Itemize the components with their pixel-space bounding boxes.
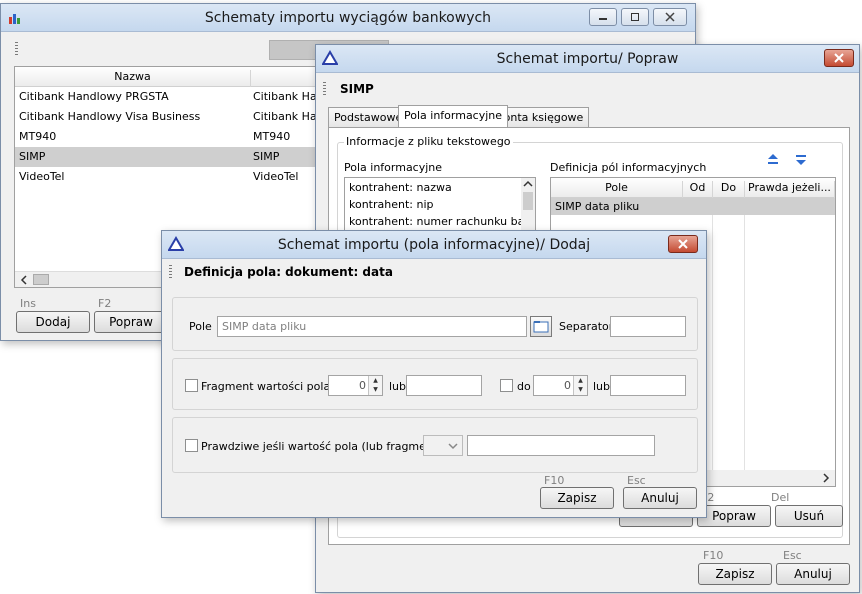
move-up-icon[interactable] (766, 153, 780, 167)
fragment-to-checkbox[interactable] (500, 379, 513, 392)
minimize-icon (599, 18, 607, 20)
or-label: lub (593, 380, 611, 393)
edit-window-title: Schemat importu/ Popraw (496, 51, 679, 67)
list-item-selected[interactable]: SIMP SIMP (15, 147, 343, 167)
cancel-button[interactable]: Anuluj (623, 487, 697, 509)
stepper-arrows-icon[interactable]: ▲ ▼ (573, 376, 587, 395)
save-button[interactable]: Zapisz (540, 487, 614, 509)
save-button[interactable]: Zapisz (698, 563, 772, 585)
list-item[interactable]: Citibank Handlowy Visa Business Citibank … (15, 107, 343, 127)
condition-value-input[interactable] (467, 435, 655, 456)
field-label: Pole (189, 320, 212, 333)
close-icon (834, 53, 844, 63)
true-if-checkbox[interactable] (185, 439, 198, 452)
field-input[interactable]: SIMP data pliku (217, 316, 527, 337)
browse-button[interactable] (530, 316, 552, 337)
info-fields-label: Pola informacyjne (344, 161, 443, 174)
scroll-left-icon[interactable] (17, 273, 31, 287)
tabs: Podstawowe Pola informacyjne Konta księg… (328, 105, 848, 129)
field-dialog-title: Schemat importu (pola informacyjne)/ Dod… (277, 237, 591, 253)
cancel-button[interactable]: Anuluj (776, 563, 850, 585)
key-hint-esc: Esc (783, 549, 802, 562)
close-button[interactable] (824, 49, 854, 67)
close-button[interactable] (653, 8, 687, 26)
stepper-arrows-icon[interactable]: ▲ ▼ (368, 376, 382, 395)
key-hint-f2: F2 (98, 297, 112, 310)
or-label: lub (389, 380, 407, 393)
close-icon (678, 239, 688, 249)
close-icon (665, 12, 675, 22)
header-grip (169, 265, 172, 279)
key-hint-f10: F10 (544, 474, 565, 487)
column-header-to[interactable]: Do (713, 181, 745, 198)
main-titlebar[interactable]: Schematy importu wyciągów bankowych (1, 4, 695, 32)
key-hint-f10: F10 (703, 549, 724, 562)
column-divider (744, 198, 745, 470)
edit-titlebar[interactable]: Schemat importu/ Popraw (316, 45, 859, 73)
header-grip (323, 82, 326, 96)
separator-label: Separator (559, 320, 614, 333)
field-dialog-titlebar[interactable]: Schemat importu (pola informacyjne)/ Dod… (162, 231, 706, 259)
tab-info-fields[interactable]: Pola informacyjne (398, 105, 509, 127)
vertical-scrollbar[interactable] (521, 178, 535, 230)
close-button[interactable] (668, 235, 698, 253)
group-title: Informacje z pliku tekstowego (344, 135, 513, 148)
fragment-to-alt-input[interactable] (610, 375, 686, 396)
fragment-from-alt-input[interactable] (406, 375, 482, 396)
column-divider (712, 198, 713, 470)
table-row[interactable]: SIMP data pliku (551, 198, 835, 215)
list-item[interactable]: MT940 MT940 (15, 127, 343, 147)
key-hint-del: Del (771, 491, 790, 504)
fragment-group: Fragment wartości pola od 0 ▲ ▼ lub do 0 … (172, 358, 698, 410)
scrollbar-thumb[interactable] (523, 192, 533, 210)
tab-basic[interactable]: Podstawowe (328, 107, 409, 127)
scrollbar-thumb[interactable] (33, 274, 49, 285)
list-item[interactable]: VideoTel VideoTel (15, 167, 343, 187)
field-definition-label: Definicja pól informacyjnych (550, 161, 707, 174)
column-header-true-if[interactable]: Prawda jeżeli... (745, 181, 835, 198)
folder-icon (533, 321, 549, 333)
key-hint-ins: Ins (20, 297, 36, 310)
field-dialog-heading: Definicja pola: dokument: data (184, 265, 393, 279)
fragment-label: Fragment wartości pola od (201, 380, 348, 393)
scroll-right-icon[interactable] (819, 471, 833, 485)
move-down-icon[interactable] (794, 153, 808, 167)
key-hint-esc: Esc (627, 474, 646, 487)
field-dialog: Schemat importu (pola informacyjne)/ Dod… (161, 230, 707, 518)
edit-button[interactable]: Popraw (94, 311, 168, 333)
toolbar-grip[interactable] (15, 42, 18, 56)
list-item[interactable]: kontrahent: numer rachunku bankow (345, 212, 535, 230)
column-header-from[interactable]: Od (683, 181, 713, 198)
table-header: Pole Od Do Prawda jeżeli... (551, 178, 835, 198)
column-header-field[interactable]: Pole (551, 181, 683, 198)
fragment-checkbox[interactable] (185, 379, 198, 392)
list-item[interactable]: Citibank Handlowy PRGSTA Citibank Hand (15, 87, 343, 107)
edit-row-button[interactable]: Popraw (697, 505, 771, 527)
fragment-from-stepper[interactable]: 0 ▲ ▼ (328, 375, 383, 396)
true-if-group: Prawdziwe jeśli wartość pola (lub fragme… (172, 417, 698, 473)
condition-select[interactable] (423, 435, 463, 456)
field-group: Pole SIMP data pliku Separator (172, 297, 698, 351)
minimize-button[interactable] (589, 8, 617, 26)
chevron-down-icon (448, 443, 458, 450)
to-label: do (517, 380, 531, 393)
column-header-name[interactable]: Nazwa (15, 70, 251, 87)
edit-heading: SIMP (340, 82, 374, 96)
true-if-label: Prawdziwe jeśli wartość pola (lub fragme… (201, 440, 456, 453)
scroll-up-icon[interactable] (521, 178, 535, 190)
maximize-icon (631, 13, 639, 21)
schemes-list-header: Nazwa (15, 67, 343, 87)
add-button[interactable]: Dodaj (16, 311, 90, 333)
maximize-button[interactable] (621, 8, 649, 26)
info-fields-list[interactable]: kontrahent: nazwa kontrahent: nip kontra… (344, 177, 536, 231)
fragment-to-stepper[interactable]: 0 ▲ ▼ (533, 375, 588, 396)
delete-row-button[interactable]: Usuń (775, 505, 843, 527)
separator-input[interactable] (610, 316, 686, 337)
